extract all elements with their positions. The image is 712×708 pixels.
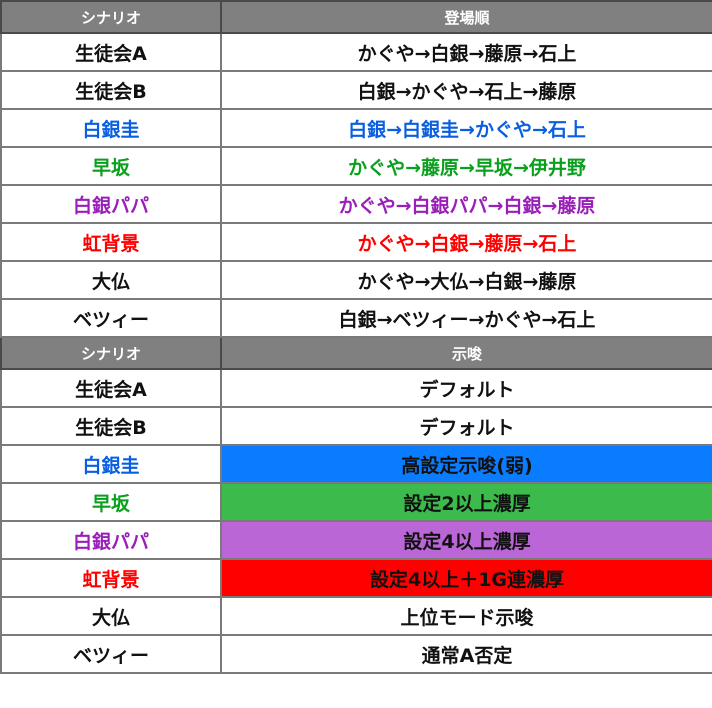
appearance-order-cell: かぐや→藤原→早坂→伊井野	[220, 146, 712, 186]
scenario-cell: 白銀圭	[0, 108, 222, 148]
table-row: 虹背景 かぐや→白銀→藤原→石上	[0, 222, 712, 262]
appearance-order-cell: かぐや→白銀→藤原→石上	[220, 222, 712, 262]
scenario-cell: 生徒会B	[0, 406, 222, 446]
hint-cell: 高設定示唆(弱)	[220, 444, 712, 484]
table-row: 大仏 上位モード示唆	[0, 596, 712, 636]
hint-cell: 設定4以上＋1G連濃厚	[220, 558, 712, 598]
scenario-cell: 大仏	[0, 260, 222, 300]
hint-cell: デフォルト	[220, 406, 712, 446]
hint-cell: 通常A否定	[220, 634, 712, 674]
table-row: 早坂 設定2以上濃厚	[0, 482, 712, 522]
table-row: 白銀パパ かぐや→白銀パパ→白銀→藤原	[0, 184, 712, 224]
scenario-cell: 早坂	[0, 482, 222, 522]
hint-cell: 設定2以上濃厚	[220, 482, 712, 522]
header-appearance-order: 登場順	[220, 0, 712, 34]
appearance-order-cell: かぐや→大仏→白銀→藤原	[220, 260, 712, 300]
scenario-cell: ベツィー	[0, 298, 222, 338]
table-row: 白銀圭 白銀→白銀圭→かぐや→石上	[0, 108, 712, 148]
appearance-order-cell: かぐや→白銀→藤原→石上	[220, 32, 712, 72]
table-row: 虹背景 設定4以上＋1G連濃厚	[0, 558, 712, 598]
scenario-cell: 白銀パパ	[0, 520, 222, 560]
header-scenario: シナリオ	[0, 336, 222, 370]
table-row: 生徒会A かぐや→白銀→藤原→石上	[0, 32, 712, 72]
scenario-cell: 生徒会B	[0, 70, 222, 110]
header-hint: 示唆	[220, 336, 712, 370]
header-scenario: シナリオ	[0, 0, 222, 34]
header-row-hint: シナリオ 示唆	[0, 336, 712, 370]
table-row: 白銀パパ 設定4以上濃厚	[0, 520, 712, 560]
scenario-cell: 早坂	[0, 146, 222, 186]
scenario-table: シナリオ 登場順 生徒会A かぐや→白銀→藤原→石上 生徒会B 白銀→かぐや→石上→藤…	[0, 0, 712, 674]
appearance-order-cell: 白銀→白銀圭→かぐや→石上	[220, 108, 712, 148]
scenario-cell: 白銀圭	[0, 444, 222, 484]
scenario-cell: 生徒会A	[0, 32, 222, 72]
table-row: 早坂 かぐや→藤原→早坂→伊井野	[0, 146, 712, 186]
hint-cell: 設定4以上濃厚	[220, 520, 712, 560]
appearance-order-cell: 白銀→ベツィー→かぐや→石上	[220, 298, 712, 338]
appearance-order-cell: かぐや→白銀パパ→白銀→藤原	[220, 184, 712, 224]
table-row: ベツィー 白銀→ベツィー→かぐや→石上	[0, 298, 712, 338]
table-row: ベツィー 通常A否定	[0, 634, 712, 674]
hint-cell: 上位モード示唆	[220, 596, 712, 636]
table-row: 生徒会B デフォルト	[0, 406, 712, 446]
scenario-cell: 白銀パパ	[0, 184, 222, 224]
table-row: 生徒会B 白銀→かぐや→石上→藤原	[0, 70, 712, 110]
hint-cell: デフォルト	[220, 368, 712, 408]
scenario-cell: 生徒会A	[0, 368, 222, 408]
table-row: 大仏 かぐや→大仏→白銀→藤原	[0, 260, 712, 300]
scenario-cell: 虹背景	[0, 558, 222, 598]
appearance-order-cell: 白銀→かぐや→石上→藤原	[220, 70, 712, 110]
header-row-order: シナリオ 登場順	[0, 0, 712, 34]
scenario-cell: ベツィー	[0, 634, 222, 674]
scenario-cell: 大仏	[0, 596, 222, 636]
table-row: 白銀圭 高設定示唆(弱)	[0, 444, 712, 484]
scenario-cell: 虹背景	[0, 222, 222, 262]
table-row: 生徒会A デフォルト	[0, 368, 712, 408]
